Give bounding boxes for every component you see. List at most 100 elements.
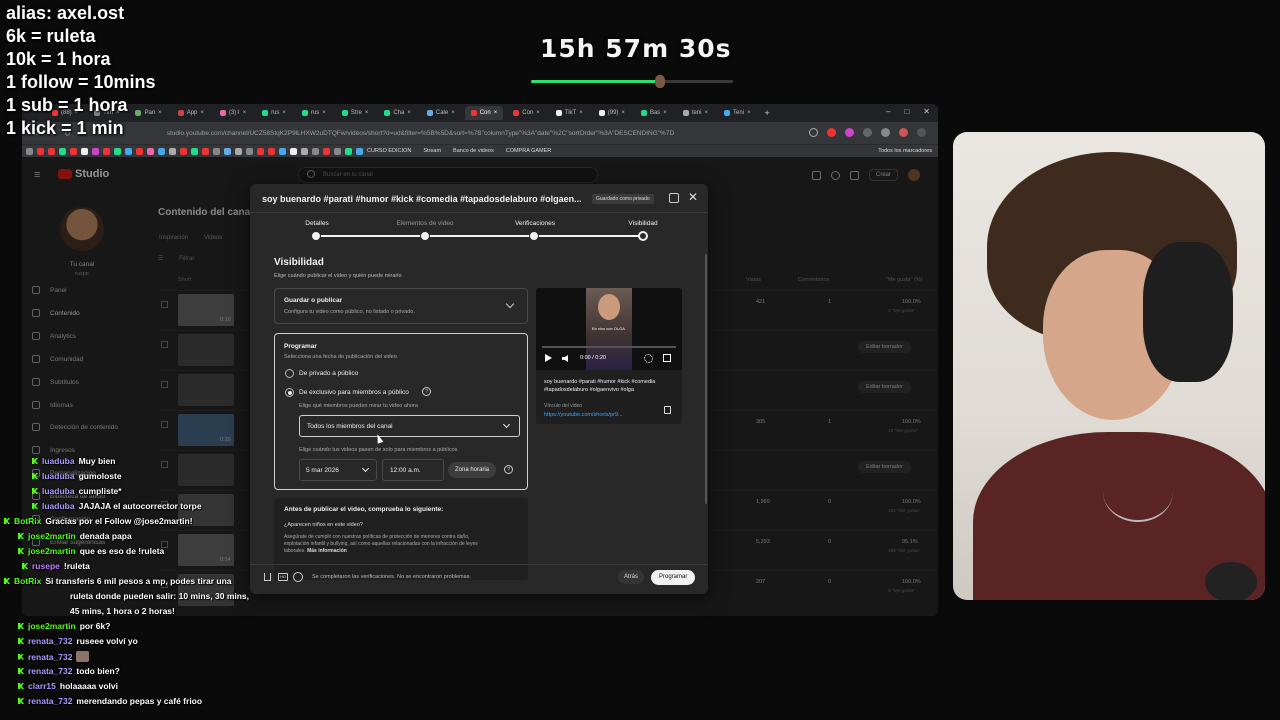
url-input[interactable]: studio.youtube.com/channel/UCZ58StqK2P9l… — [167, 130, 767, 137]
step-visibility[interactable]: Visibilidad — [598, 220, 688, 227]
minimize-icon[interactable]: – — [886, 107, 890, 116]
bookmark-icon[interactable] — [59, 147, 66, 155]
bookmark-icon[interactable] — [103, 147, 110, 155]
bookmark-icon[interactable] — [312, 147, 319, 155]
step-video-elements[interactable]: Elementos de video — [380, 220, 470, 227]
chat-username[interactable]: luaduba — [42, 486, 75, 496]
play-icon[interactable] — [545, 354, 552, 362]
close-tab-icon[interactable]: × — [407, 110, 411, 116]
timezone-button[interactable]: Zona horaria — [448, 462, 497, 478]
close-tab-icon[interactable]: × — [536, 110, 540, 116]
bookmark-icon[interactable] — [257, 147, 264, 155]
schedule-button[interactable]: Programar — [651, 570, 696, 585]
chat-username[interactable]: jose2martin — [28, 621, 76, 631]
close-tab-icon[interactable]: × — [451, 110, 455, 116]
video-link[interactable]: https://youtube.com/shorts/pr9... — [544, 412, 623, 418]
back-button[interactable]: Atrás — [618, 570, 645, 584]
help-icon[interactable]: ? — [422, 387, 431, 396]
close-tab-icon[interactable]: × — [747, 110, 751, 116]
bookmark-icon[interactable] — [37, 147, 44, 155]
bookmark-icon[interactable] — [92, 147, 99, 155]
menu-icon[interactable] — [917, 128, 926, 137]
video-player[interactable]: En vivo con OLGA 0:00 / 0:20 — [536, 288, 682, 370]
extension-icon[interactable] — [845, 128, 854, 137]
extension-icon[interactable] — [863, 128, 872, 137]
bookmark-item[interactable]: COMPRA GAMER — [506, 148, 552, 154]
browser-tab[interactable]: Con × — [507, 106, 546, 120]
chat-username[interactable]: luaduba — [42, 456, 75, 466]
chat-username[interactable]: renata_732 — [28, 652, 72, 662]
browser-tab[interactable]: rus × — [296, 106, 332, 120]
bookmark-icon[interactable] — [48, 147, 55, 155]
browser-tab[interactable]: Stre × — [336, 106, 375, 120]
bookmark-icon[interactable] — [290, 147, 297, 155]
bookmark-icon[interactable] — [323, 147, 330, 155]
close-tab-icon[interactable]: × — [494, 110, 498, 116]
browser-tab[interactable]: (3) I × — [214, 106, 252, 120]
bookmark-icon[interactable] — [301, 147, 308, 155]
bookmark-icon[interactable] — [169, 147, 176, 155]
chat-username[interactable]: luaduba — [42, 501, 75, 511]
browser-tab[interactable]: TikT × — [550, 106, 589, 120]
chat-username[interactable]: BotRix — [14, 576, 41, 586]
volume-icon[interactable] — [562, 355, 568, 362]
bookmark-icon[interactable] — [147, 147, 154, 155]
bookmark-icon[interactable] — [268, 147, 275, 155]
close-tab-icon[interactable]: × — [158, 110, 162, 116]
bookmark-item[interactable]: CURSO EDICION — [367, 148, 411, 154]
chat-username[interactable]: renata_732 — [28, 636, 72, 646]
bookmark-icon[interactable] — [345, 147, 352, 155]
bookmark-icon[interactable] — [125, 147, 132, 155]
star-icon[interactable] — [809, 128, 818, 137]
feedback-icon[interactable] — [669, 193, 679, 203]
browser-tab[interactable]: (99) × — [593, 106, 631, 120]
chat-username[interactable]: clarr15 — [28, 681, 56, 691]
profile-icon[interactable] — [899, 128, 908, 137]
bookmark-item[interactable]: Stream — [423, 148, 441, 154]
browser-tab[interactable]: App × — [172, 106, 210, 120]
bookmark-icon[interactable] — [213, 147, 220, 155]
close-tab-icon[interactable]: × — [322, 110, 326, 116]
bookmark-icon[interactable] — [180, 147, 187, 155]
step-checks[interactable]: Verificaciones — [490, 220, 580, 227]
members-select[interactable]: Todos los miembros del canal — [299, 415, 520, 437]
close-tab-icon[interactable]: × — [579, 110, 583, 116]
browser-tab[interactable]: Cha × — [378, 106, 417, 120]
bookmark-icon[interactable] — [279, 147, 286, 155]
browser-tab[interactable]: Bas × — [635, 106, 673, 120]
more-info-link[interactable]: Más información — [307, 548, 347, 554]
gear-icon[interactable] — [644, 354, 653, 363]
chat-username[interactable]: renata_732 — [28, 666, 72, 676]
bookmark-icon[interactable] — [235, 147, 242, 155]
bookmark-icon[interactable] — [114, 147, 121, 155]
new-tab-icon[interactable]: + — [765, 108, 770, 118]
browser-tab[interactable]: Con × — [464, 106, 504, 120]
help-icon[interactable]: ? — [504, 465, 513, 474]
close-icon[interactable]: ✕ — [688, 190, 698, 204]
fullscreen-icon[interactable] — [663, 354, 671, 362]
close-tab-icon[interactable]: × — [704, 110, 708, 116]
close-tab-icon[interactable]: × — [282, 110, 286, 116]
bookmark-icon[interactable] — [136, 147, 143, 155]
close-tab-icon[interactable]: × — [663, 110, 667, 116]
radio-private-to-public[interactable] — [285, 369, 294, 378]
bookmark-item[interactable]: Todos los marcadores — [878, 148, 932, 154]
close-tab-icon[interactable]: × — [365, 110, 369, 116]
close-tab-icon[interactable]: × — [243, 110, 247, 116]
bookmark-icon[interactable] — [70, 147, 77, 155]
bookmark-icon[interactable] — [334, 147, 341, 155]
video-progress[interactable] — [542, 346, 676, 348]
time-input[interactable]: 12:00 a.m. — [382, 459, 444, 481]
chat-username[interactable]: luaduba — [42, 471, 75, 481]
bookmark-icon[interactable] — [158, 147, 165, 155]
bookmark-icon[interactable] — [224, 147, 231, 155]
browser-tab[interactable]: teni × — [677, 106, 714, 120]
extension-icon[interactable] — [881, 128, 890, 137]
bookmark-icon[interactable] — [191, 147, 198, 155]
close-tab-icon[interactable]: × — [200, 110, 204, 116]
browser-tab[interactable]: rus × — [256, 106, 292, 120]
save-or-publish-panel[interactable]: Guardar o publicar Configura tu video co… — [274, 288, 528, 324]
date-picker[interactable]: 5 mar 2026 — [299, 459, 377, 481]
bookmark-icon[interactable] — [81, 147, 88, 155]
chat-username[interactable]: jose2martin — [28, 546, 76, 556]
